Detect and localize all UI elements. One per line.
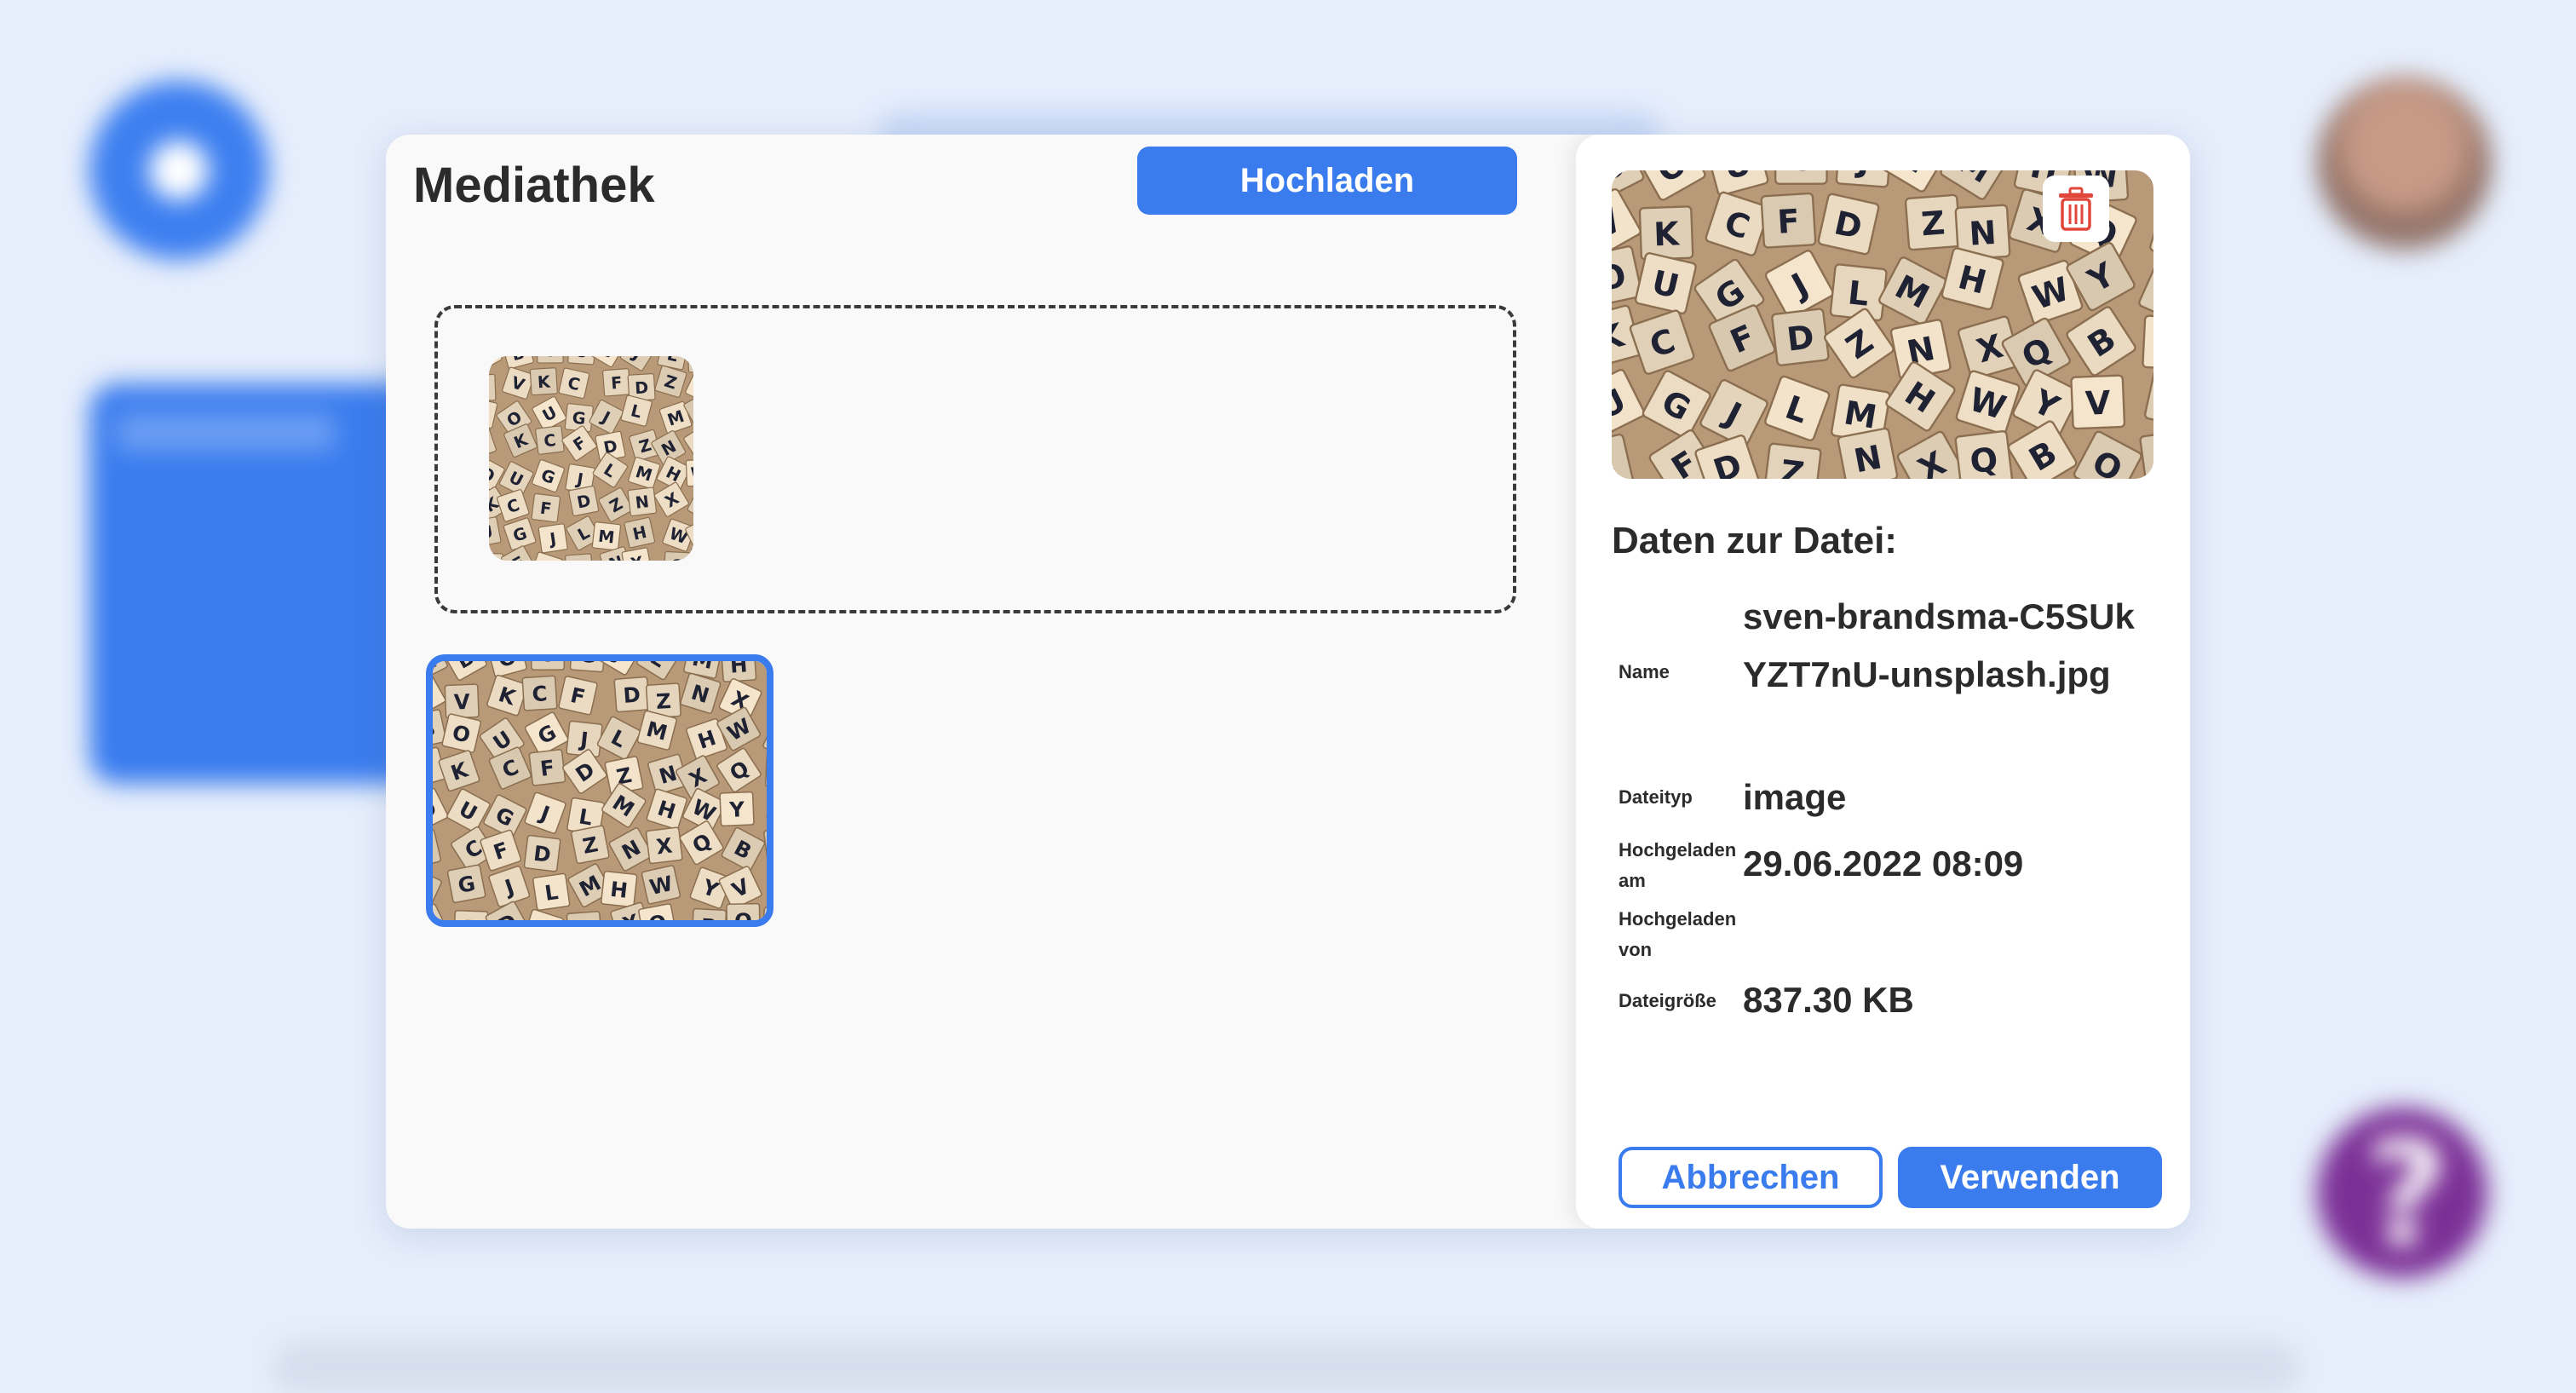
- uploaded-by-label: Hochgeladen von: [1619, 904, 1738, 965]
- svg-text:Z: Z: [572, 558, 586, 561]
- file-details-panel: BOUGJLMHWYVKCFDZNXQBOUGJLMHWYVKCFDZNXQBO…: [1576, 135, 2190, 1229]
- background-help-icon: [2317, 1108, 2487, 1278]
- svg-text:N: N: [1968, 214, 1998, 253]
- cancel-button[interactable]: Abbrechen: [1619, 1147, 1883, 1208]
- svg-text:L: L: [1846, 273, 1871, 313]
- svg-text:D: D: [623, 682, 641, 707]
- svg-text:C: C: [532, 681, 549, 706]
- svg-text:D: D: [635, 377, 649, 398]
- svg-text:B: B: [700, 913, 717, 920]
- svg-text:O: O: [543, 356, 557, 360]
- filesize-label: Dateigröße: [1619, 986, 1738, 1016]
- svg-text:M: M: [597, 527, 615, 548]
- svg-text:O: O: [734, 908, 752, 920]
- name-label: Name: [1619, 657, 1738, 688]
- svg-text:D: D: [532, 841, 553, 867]
- delete-file-button[interactable]: [2043, 176, 2109, 242]
- use-button[interactable]: Verwenden: [1898, 1147, 2162, 1208]
- filetype-value: image: [1743, 768, 2152, 826]
- upload-dropzone[interactable]: XQBOUGJLMHWYVKCFDZNXQBOUGJLMHWYVKCFDZNXQ…: [434, 305, 1516, 613]
- name-value: sven-brandsma-C5SUkYZT7nU-unsplash.jpg: [1743, 588, 2152, 704]
- svg-text:Q: Q: [1968, 440, 1999, 479]
- svg-text:N: N: [575, 917, 594, 920]
- uploaded-at-label: Hochgeladen am: [1619, 835, 1738, 896]
- media-item-selected[interactable]: QBOUGJLMHWYVKCFDZNXQBOUGJLMHWYVKCFDZNXQB…: [426, 654, 773, 927]
- filetype-label: Dateityp: [1619, 782, 1738, 813]
- svg-text:U: U: [539, 661, 556, 666]
- svg-text:D: D: [1785, 318, 1816, 358]
- uploading-thumbnail: XQBOUGJLMHWYVKCFDZNXQBOUGJLMHWYVKCFDZNXQ…: [489, 356, 693, 561]
- filesize-value: 837.30 KB: [1743, 971, 2152, 1029]
- svg-text:H: H: [609, 877, 629, 903]
- upload-button[interactable]: Hochladen: [1137, 147, 1517, 215]
- svg-text:V: V: [453, 689, 470, 715]
- svg-text:F: F: [539, 498, 553, 519]
- background-avatar: [2317, 77, 2492, 251]
- svg-text:K: K: [1653, 215, 1682, 253]
- svg-text:F: F: [610, 373, 623, 394]
- svg-text:F: F: [1776, 202, 1801, 240]
- svg-text:Z: Z: [655, 688, 671, 714]
- uploaded-at-value: 29.06.2022 08:09: [1743, 835, 2152, 893]
- svg-text:V: V: [2084, 384, 2112, 423]
- svg-text:G: G: [572, 408, 587, 429]
- svg-text:Y: Y: [728, 797, 745, 822]
- background-card-heading: [115, 413, 336, 452]
- svg-text:Z: Z: [1779, 453, 1807, 479]
- background-footer: [273, 1342, 2300, 1393]
- details-heading: Daten zur Datei:: [1612, 520, 1897, 562]
- svg-text:W: W: [690, 463, 693, 484]
- svg-text:Z: Z: [1920, 204, 1946, 243]
- svg-text:F: F: [539, 755, 556, 781]
- svg-text:K: K: [537, 371, 551, 392]
- background-back-button: [89, 81, 268, 260]
- svg-text:G: G: [1788, 170, 1814, 178]
- trash-icon: [2056, 187, 2096, 231]
- modal-title: Mediathek: [413, 157, 655, 214]
- svg-text:F: F: [463, 915, 479, 920]
- svg-text:Q: Q: [670, 555, 685, 561]
- svg-text:C: C: [489, 557, 496, 561]
- letter-tiles-image: QBOUGJLMHWYVKCFDZNXQBOUGJLMHWYVKCFDZNXQB…: [433, 661, 767, 920]
- svg-text:X: X: [655, 832, 674, 859]
- letter-tiles-image: XQBOUGJLMHWYVKCFDZNXQBOUGJLMHWYVKCFDZNXQ…: [489, 356, 693, 561]
- svg-text:N: N: [635, 492, 651, 513]
- svg-text:C: C: [543, 430, 557, 451]
- media-library-modal: Mediathek Hochladen XQBOUGJLMHWYVKCFDZNX…: [386, 135, 2190, 1229]
- svg-text:H: H: [729, 661, 748, 678]
- svg-text:U: U: [574, 356, 589, 362]
